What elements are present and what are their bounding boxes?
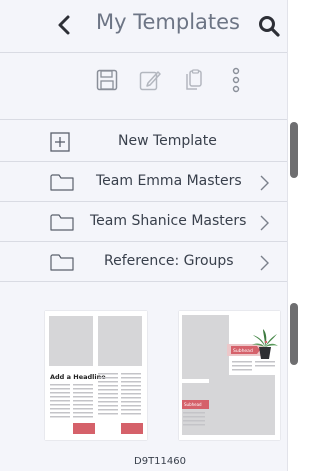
folder-row-team-shanice-masters[interactable]: Team Shanice Masters xyxy=(0,202,287,242)
page-title: My Templates xyxy=(96,10,240,34)
folder-label: Reference: Groups xyxy=(104,253,234,269)
template-preview: Add a Headline xyxy=(49,316,143,434)
add-square-icon xyxy=(50,132,70,152)
template-thumbnail[interactable]: Add a Headline xyxy=(45,311,147,440)
edit-icon[interactable] xyxy=(139,69,161,91)
thumbnails-scrollbar[interactable] xyxy=(290,303,298,365)
chevron-right-icon xyxy=(260,255,269,271)
template-caption: D9T11460 xyxy=(134,456,186,467)
new-template-row[interactable]: New Template xyxy=(0,122,287,162)
template-subhead: Subhead xyxy=(184,402,202,407)
folder-icon xyxy=(50,174,74,191)
folder-label: Team Emma Masters xyxy=(96,173,242,189)
new-template-label: New Template xyxy=(118,133,217,149)
more-vertical-icon[interactable] xyxy=(231,67,241,95)
folder-label: Team Shanice Masters xyxy=(90,213,247,229)
templates-panel: My Templates New Template Team Emma Mast… xyxy=(0,0,288,471)
toolbar xyxy=(0,53,287,120)
folder-icon xyxy=(50,254,74,271)
chevron-right-icon xyxy=(260,215,269,231)
header-bar: My Templates xyxy=(0,0,287,53)
copy-icon[interactable] xyxy=(183,69,205,91)
folder-row-team-emma-masters[interactable]: Team Emma Masters xyxy=(0,162,287,202)
list-scrollbar[interactable] xyxy=(290,122,298,178)
template-subhead: Subhead xyxy=(233,348,253,354)
template-thumbnail[interactable]: Subhead Subhead xyxy=(179,311,280,440)
chevron-right-icon xyxy=(260,175,269,191)
chevron-left-icon[interactable] xyxy=(54,14,76,36)
template-preview: Subhead Subhead xyxy=(182,315,278,435)
search-icon[interactable] xyxy=(257,14,281,38)
folder-row-reference-groups[interactable]: Reference: Groups xyxy=(0,242,287,282)
folder-icon xyxy=(50,214,74,231)
template-headline: Add a Headline xyxy=(50,373,106,381)
save-icon[interactable] xyxy=(96,69,118,91)
